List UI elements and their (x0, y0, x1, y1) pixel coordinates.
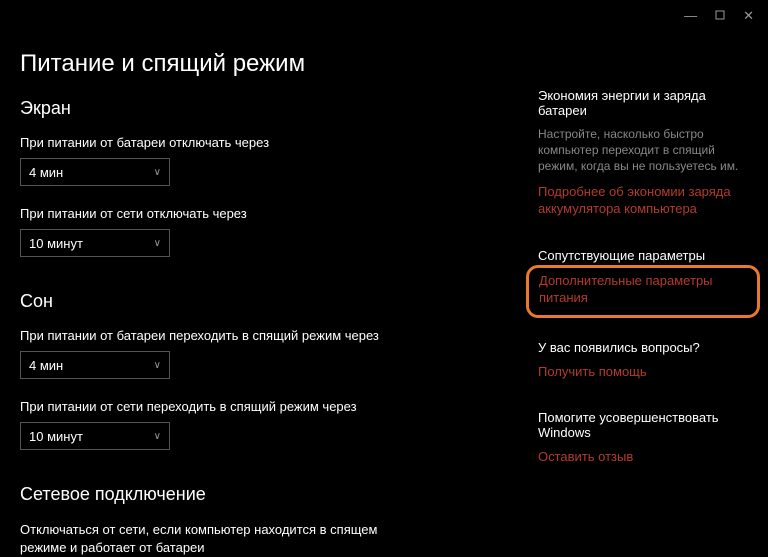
sleep-battery-label: При питании от батареи переходить в спящ… (20, 328, 498, 343)
window-controls: — ✕ (670, 0, 768, 32)
highlight-annotation: Дополнительные параметры питания (526, 265, 760, 318)
get-help-link[interactable]: Получить помощь (538, 363, 748, 381)
energy-saving-desc: Настройте, насколько быстро компьютер пе… (538, 126, 748, 175)
related-settings-heading: Сопутствующие параметры (538, 248, 748, 263)
screen-heading: Экран (20, 98, 498, 119)
screen-battery-select[interactable]: 4 мин ∨ (20, 158, 170, 186)
screen-plugged-select[interactable]: 10 минут ∨ (20, 229, 170, 257)
network-desc: Отключаться от сети, если компьютер нахо… (20, 521, 420, 557)
energy-saving-heading: Экономия энергии и заряда батареи (538, 88, 748, 118)
minimize-button[interactable]: — (684, 8, 697, 24)
chevron-down-icon: ∨ (154, 238, 161, 249)
related-settings-group: Сопутствующие параметры Дополнительные п… (538, 248, 748, 318)
feedback-group: Помогите усовершенствовать Windows Остав… (538, 410, 748, 466)
page-body: Питание и спящий режим Экран При питании… (0, 0, 768, 546)
chevron-down-icon: ∨ (154, 431, 161, 442)
sleep-plugged-label: При питании от сети переходить в спящий … (20, 399, 498, 414)
energy-saving-group: Экономия энергии и заряда батареи Настро… (538, 88, 748, 218)
screen-battery-label: При питании от батареи отключать через (20, 135, 498, 150)
help-heading: У вас появились вопросы? (538, 340, 748, 355)
screen-plugged-value: 10 минут (29, 236, 83, 251)
sleep-plugged-value: 10 минут (29, 429, 83, 444)
energy-saving-link[interactable]: Подробнее об экономии заряда аккумулятор… (538, 183, 748, 218)
chevron-down-icon: ∨ (154, 167, 161, 178)
screen-plugged-label: При питании от сети отключать через (20, 206, 498, 221)
feedback-heading: Помогите усовершенствовать Windows (538, 410, 748, 440)
sleep-heading: Сон (20, 291, 498, 312)
leave-feedback-link[interactable]: Оставить отзыв (538, 448, 748, 466)
screen-battery-value: 4 мин (29, 165, 63, 180)
additional-power-settings-link[interactable]: Дополнительные параметры питания (539, 272, 747, 307)
sleep-battery-value: 4 мин (29, 358, 63, 373)
chevron-down-icon: ∨ (154, 360, 161, 371)
page-title: Питание и спящий режим (20, 50, 498, 78)
main-column: Питание и спящий режим Экран При питании… (20, 50, 498, 546)
maximize-button[interactable] (715, 8, 725, 24)
maximize-icon (715, 10, 725, 20)
close-button[interactable]: ✕ (743, 8, 754, 24)
help-group: У вас появились вопросы? Получить помощь (538, 340, 748, 381)
sleep-battery-select[interactable]: 4 мин ∨ (20, 351, 170, 379)
sleep-plugged-select[interactable]: 10 минут ∨ (20, 422, 170, 450)
network-heading: Сетевое подключение (20, 484, 498, 505)
side-column: Экономия энергии и заряда батареи Настро… (538, 50, 748, 546)
